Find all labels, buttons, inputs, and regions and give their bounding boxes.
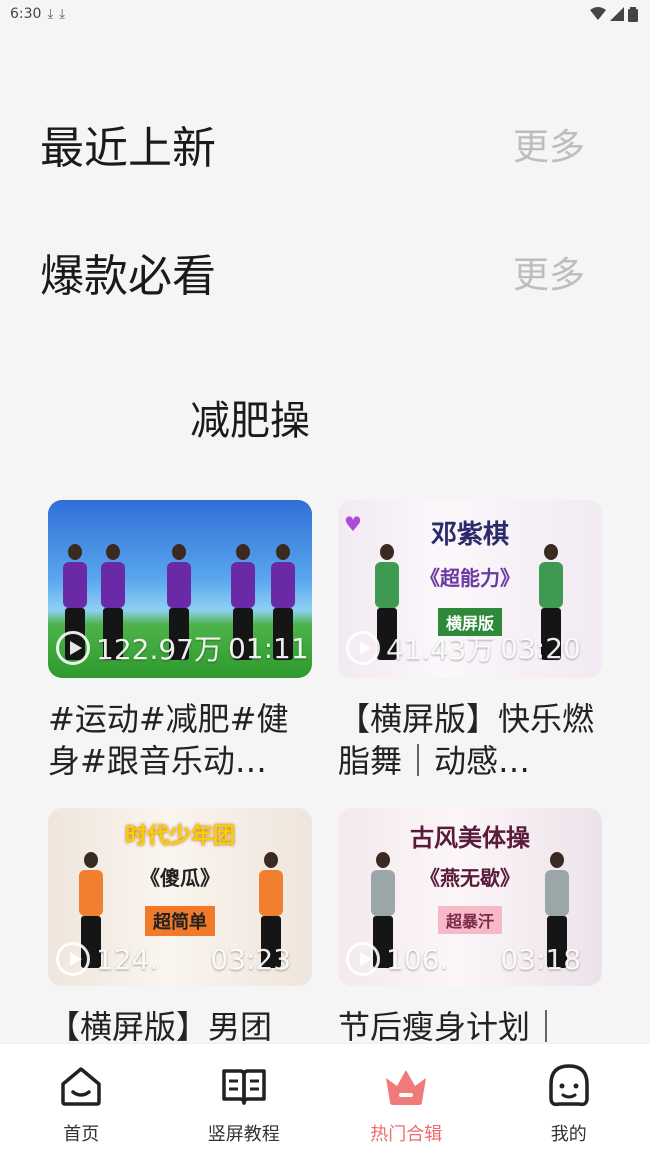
nav-label: 竖屏教程 xyxy=(207,1124,280,1145)
video-meta: 106. 03:18 xyxy=(346,942,581,976)
video-thumbnail[interactable]: 122.97万 01:11 xyxy=(48,500,312,678)
nav-item-tutorial[interactable]: 竖屏教程 xyxy=(164,1044,324,1155)
profile-icon xyxy=(549,1064,589,1107)
nav-label: 热门合辑 xyxy=(370,1124,443,1145)
view-count: 41.43万 xyxy=(386,633,495,666)
view-count: 122.97万 xyxy=(96,633,222,666)
video-title[interactable]: #运动#减肥#健身#跟音乐动… xyxy=(48,698,312,782)
nav-item-collections[interactable]: 热门合辑 xyxy=(326,1044,486,1155)
section-title: 最近上新 xyxy=(40,123,216,174)
nav-item-profile[interactable]: 我的 xyxy=(489,1044,649,1155)
banner-text: 邓紫棋 xyxy=(430,520,510,550)
crown-icon xyxy=(386,1070,427,1105)
home-icon xyxy=(61,1067,101,1106)
banner-text: 超暴汗 xyxy=(437,906,503,934)
battery-icon xyxy=(628,6,638,22)
play-icon xyxy=(346,631,380,665)
status-time: 6:30 xyxy=(10,6,42,22)
nav-label: 我的 xyxy=(550,1124,587,1145)
video-card[interactable]: 122.97万 01:11 #运动#减肥#健身#跟音乐动… xyxy=(48,500,312,782)
heart-icon: ♥ xyxy=(344,512,362,536)
banner-text: 《超能力》 xyxy=(420,566,520,590)
video-thumbnail[interactable]: 古风美体操 《燕无歇》 超暴汗 106. 03:18 xyxy=(338,808,602,986)
video-card[interactable]: 邓紫棋 《超能力》 横屏版 ♥ 41.43万 03:20 【横屏版】快乐燃脂舞｜动… xyxy=(338,500,602,782)
play-icon xyxy=(56,631,90,665)
nav-label: 首页 xyxy=(63,1124,100,1145)
more-link[interactable]: 更多 xyxy=(513,246,585,298)
section-title: 爆款必看 xyxy=(40,251,216,302)
banner-text: 《傻瓜》 xyxy=(140,866,220,890)
view-count: 106. xyxy=(386,942,449,976)
banner-text: 《燕无歇》 xyxy=(420,866,520,890)
more-link[interactable]: 更多 xyxy=(513,118,585,170)
wifi-icon xyxy=(590,7,606,20)
duration: 03:18 xyxy=(500,942,582,976)
banner-text: 超简单 xyxy=(145,906,215,936)
duration: 03:23 xyxy=(210,942,292,976)
book-icon xyxy=(222,1069,266,1105)
download-icon: ⤓ xyxy=(59,6,65,22)
video-thumbnail[interactable]: 邓紫棋 《超能力》 横屏版 ♥ 41.43万 03:20 xyxy=(338,500,602,678)
nav-item-home[interactable]: 首页 xyxy=(1,1044,161,1155)
section-recent: 最近上新 更多 xyxy=(40,112,585,176)
category-tab[interactable]: 减肥操 xyxy=(190,388,310,446)
video-thumbnail[interactable]: 时代少年团 《傻瓜》 超简单 124. 03:23 xyxy=(48,808,312,986)
video-meta: 122.97万 01:11 xyxy=(56,628,309,668)
banner-text: 时代少年团 xyxy=(124,824,236,849)
video-title[interactable]: 【横屏版】快乐燃脂舞｜动感… xyxy=(338,698,602,782)
play-icon xyxy=(56,942,90,976)
banner-text: 古风美体操 xyxy=(410,824,530,852)
video-meta: 41.43万 03:20 xyxy=(346,628,581,668)
signal-icon xyxy=(610,7,624,21)
download-icon: ⤓ xyxy=(47,6,54,22)
bottom-nav: 首页 竖屏教程 热门合辑 我的 xyxy=(0,1043,650,1155)
video-meta: 124. 03:23 xyxy=(56,942,291,976)
status-bar: 6:30 ⤓ ⤓ xyxy=(0,0,650,28)
section-popular: 爆款必看 更多 xyxy=(40,240,585,304)
duration: 03:20 xyxy=(500,631,581,665)
view-count: 124. xyxy=(96,942,159,976)
duration: 01:11 xyxy=(227,631,309,665)
play-icon xyxy=(346,942,380,976)
